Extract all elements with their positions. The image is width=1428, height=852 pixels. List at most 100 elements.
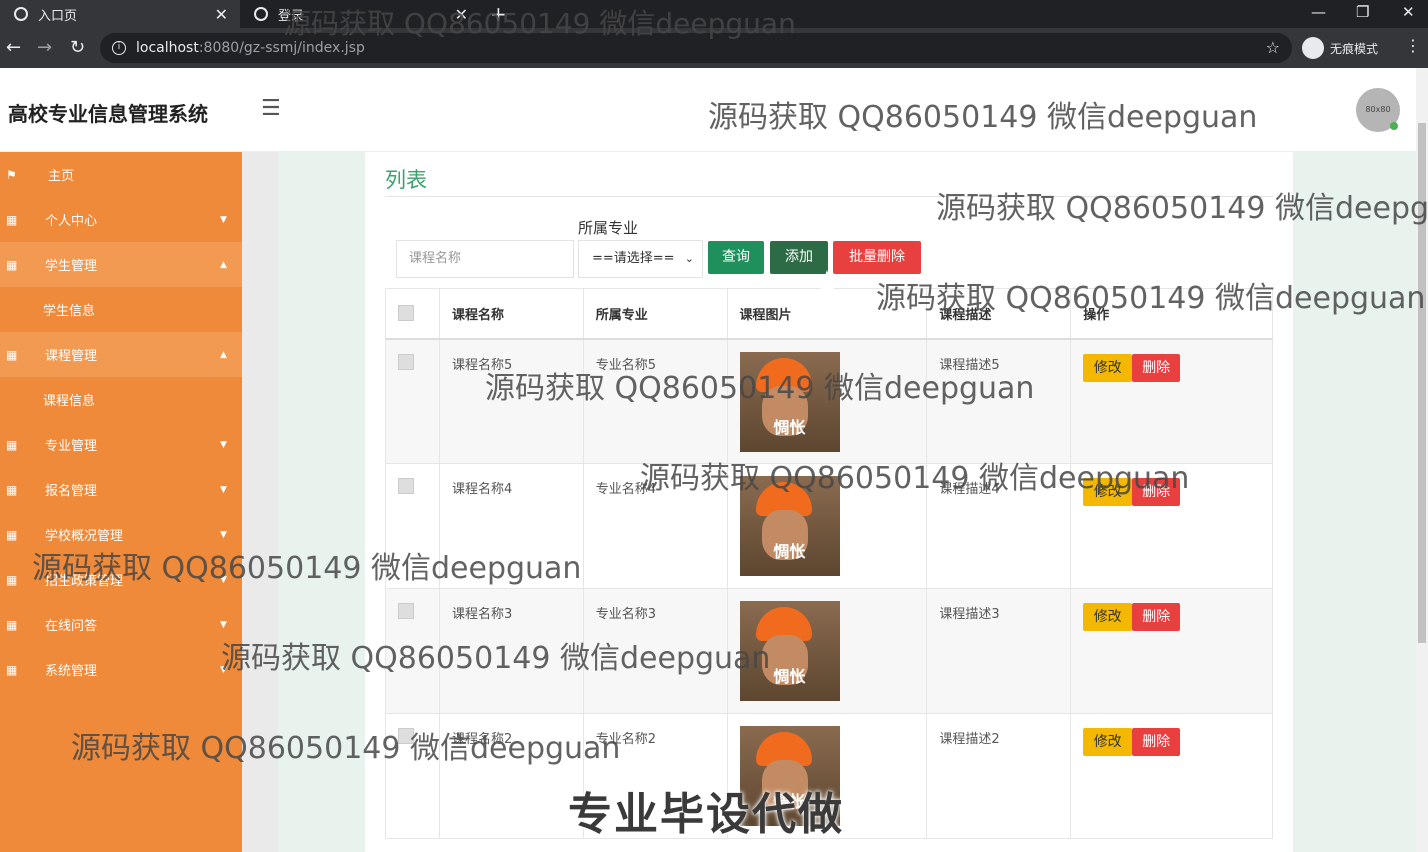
sidebar-item-label: 学校概况管理 [45,529,124,544]
reload-icon[interactable]: ↻ [70,37,85,58]
edit-button[interactable]: 修改 [1083,603,1133,631]
course-desc-cell: 课程描述2 [926,713,1072,839]
sidebar-item-label: 课程管理 [45,349,98,364]
chevron-up-icon: ▲ [220,259,227,270]
select-value: ==请选择== [592,251,675,266]
sidebar-item-label: 专业管理 [45,439,98,454]
grid-icon: ▦ [6,482,18,497]
sidebar-item-online-qa[interactable]: ▦ 在线问答 ▼ [0,602,242,647]
site-info-icon[interactable]: i [112,41,126,55]
column-header: 课程名称 [438,288,584,340]
row-checkbox[interactable] [398,478,414,494]
chevron-down-icon: ▼ [220,214,227,225]
grid-icon: ▦ [6,617,18,632]
actions-cell: 修改 删除 [1070,713,1273,839]
grid-icon: ▦ [6,347,18,362]
watermark: 源码获取 QQ86050149 微信deepguan [71,731,621,766]
edit-button[interactable]: 修改 [1083,728,1133,756]
sidebar-item-major-management[interactable]: ▦ 专业管理 ▼ [0,422,242,467]
close-tab-icon[interactable]: ✕ [215,5,228,24]
image-caption: 惆怅 [773,417,806,437]
watermark: 源码获取 QQ86050149 微信deepguan [32,551,582,586]
incognito-icon [1302,37,1324,59]
browser-tab-home[interactable]: 入口页 ✕ [0,0,240,28]
app-title: 高校专业信息管理系统 [8,102,208,126]
sidebar-item-label: 课程信息 [43,394,96,409]
bookmark-star-icon[interactable]: ☆ [1266,38,1280,57]
grid-icon: ▦ [6,257,18,272]
back-icon[interactable]: ← [6,37,21,58]
sidebar-subitem-course-info[interactable]: 课程信息 [0,377,242,422]
image-caption: 惆怅 [773,542,806,561]
forward-icon[interactable]: → [37,37,52,58]
chevron-down-icon: ▼ [220,619,227,630]
grid-icon: ▦ [6,662,18,677]
chevron-down-icon: ▼ [220,439,227,450]
globe-icon [254,7,268,21]
watermark: 源码获取 QQ86050149 微信deepguan [708,100,1258,135]
sidebar-item-enrollment-management[interactable]: ▦ 报名管理 ▼ [0,467,242,512]
sidebar-item-course-management[interactable]: ▦ 课程管理 ▲ [0,332,242,377]
close-window-icon[interactable]: ✕ [1402,3,1415,21]
major-filter-label: 所属专业 [578,219,639,237]
edit-button[interactable]: 修改 [1083,353,1133,382]
row-checkbox[interactable] [398,353,414,370]
mouse-cursor-icon [820,270,834,290]
sidebar-item-label: 学生信息 [43,304,96,319]
major-filter-select[interactable]: ==请选择== ⌄ [578,240,703,278]
restore-icon[interactable]: ❐ [1356,3,1369,21]
avatar[interactable]: 80x80 [1356,88,1400,132]
actions-cell: 修改 删除 [1070,588,1273,714]
avatar-text: 80x80 [1365,105,1391,114]
select-all-cell [385,288,440,340]
course-desc-cell: 课程描述3 [926,588,1072,714]
incognito-label: 无痕模式 [1330,41,1379,56]
sidebar-item-student-management[interactable]: ▦ 学生管理 ▲ [0,242,242,287]
minimize-icon[interactable]: — [1311,3,1326,21]
delete-button[interactable]: 删除 [1132,353,1181,382]
sidebar-subitem-student-info[interactable]: 学生信息 [0,287,242,332]
url-host: localhost [136,40,199,56]
grid-icon: ▦ [6,212,18,227]
url-path: :8080/gz-ssmj/index.jsp [198,40,365,56]
watermark: 源码获取 QQ86050149 微信deepguan [876,281,1426,316]
menu-toggle-icon[interactable]: ☰ [261,96,281,121]
panel-title: 列表 [385,168,427,192]
batch-delete-button[interactable]: 批量删除 [833,241,921,274]
watermark: 源码获取 QQ86050149 微信deepguan [221,641,771,676]
flag-icon: ⚑ [6,167,17,182]
browser-menu-icon[interactable]: ⋮ [1405,36,1421,55]
chevron-up-icon: ▲ [220,349,227,360]
sidebar-item-label: 个人中心 [45,214,98,229]
sidebar-item-label: 报名管理 [45,484,98,499]
sidebar-item-personal-center[interactable]: ▦ 个人中心 ▼ [0,197,242,242]
online-status-dot [1390,122,1398,130]
grid-icon: ▦ [6,527,18,542]
watermark: 源码获取 QQ86050149 微信deepguan [640,461,1190,496]
chevron-down-icon: ⌄ [684,252,694,265]
sidebar-item-label: 在线问答 [45,619,98,634]
query-button[interactable]: 查询 [708,241,764,274]
column-header: 所属专业 [582,288,728,340]
sidebar-item-label: 学生管理 [45,259,98,274]
sidebar-item-system-management[interactable]: ▦ 系统管理 ▼ [0,647,242,692]
watermark: 源码获取 QQ86050149 微信deepguan [283,7,796,40]
row-checkbox[interactable] [398,603,414,619]
globe-icon [14,7,28,21]
watermark: 源码获取 QQ86050149 微信deepguan [936,191,1428,226]
sidebar-item-label: 系统管理 [45,664,98,679]
course-name-search-input[interactable]: 课程名称 [396,240,574,278]
tab-title: 入口页 [38,8,78,24]
chevron-down-icon: ▼ [220,484,227,495]
sidebar-item-home[interactable]: ⚑ 主页 [0,152,242,197]
watermark-large: 专业毕设代做 [568,789,844,840]
actions-cell: 修改 删除 [1070,338,1273,464]
delete-button[interactable]: 删除 [1132,728,1181,756]
select-all-checkbox[interactable] [398,305,414,322]
grid-icon: ▦ [6,437,18,452]
delete-button[interactable]: 删除 [1132,603,1181,631]
chevron-down-icon: ▼ [220,529,227,540]
grid-icon: ▦ [6,572,18,587]
sidebar-item-label: 主页 [48,169,75,184]
incognito-indicator[interactable]: 无痕模式 [1302,34,1378,62]
